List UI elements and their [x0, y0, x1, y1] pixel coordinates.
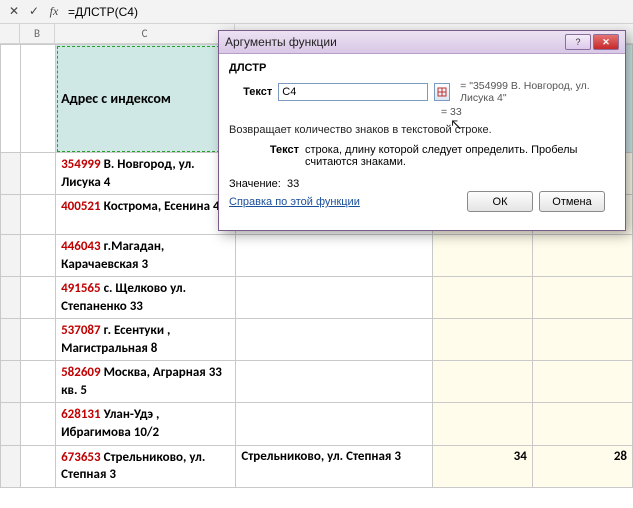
cell-address[interactable]: 673653 Стрельниково, ул. Степная 3 — [56, 445, 236, 487]
table-row: 582609 Москва, Аграрная 33 кв. 5 — [1, 361, 633, 403]
param-description: строка, длину которой следует определить… — [305, 144, 615, 168]
cell[interactable]: 34 — [432, 445, 532, 487]
table-row: 491565 с. Щелково ул. Степаненко 33 — [1, 277, 633, 319]
function-arguments-dialog: Аргументы функции ? ✕ ДЛСТР Текст = "354… — [218, 30, 626, 231]
help-button[interactable]: ? — [565, 34, 591, 50]
result-value: Значение: 33 — [229, 178, 615, 190]
col-header-c[interactable]: C — [55, 24, 235, 43]
arg-result: = "354999 В. Новгород, ул. Лисука 4" — [460, 80, 615, 104]
param-name: Текст — [229, 144, 299, 168]
arg-label: Текст — [229, 86, 272, 98]
fx-icon[interactable]: fx — [44, 4, 64, 19]
cell-address[interactable]: 400521 Кострома, Есенина 4 — [56, 195, 236, 235]
function-name: ДЛСТР — [229, 62, 615, 74]
cell[interactable]: 28 — [532, 445, 632, 487]
ok-button[interactable]: ОК — [467, 191, 533, 212]
cell[interactable]: Стрельниково, ул. Степная 3 — [236, 445, 432, 487]
dialog-title: Аргументы функции — [225, 35, 337, 49]
arg-input[interactable] — [278, 83, 428, 101]
range-picker-button[interactable] — [434, 83, 450, 101]
cell-address[interactable]: 446043 г.Магадан, Карачаевская 3 — [56, 235, 236, 277]
table-row: 628131 Улан-Удэ , Ибрагимова 10/2 — [1, 403, 633, 445]
dialog-titlebar[interactable]: Аргументы функции ? ✕ — [219, 31, 625, 54]
table-row: 446043 г.Магадан, Карачаевская 3 — [1, 235, 633, 277]
cell-address[interactable]: 582609 Москва, Аграрная 33 кв. 5 — [56, 361, 236, 403]
cell-address[interactable]: 628131 Улан-Удэ , Ибрагимова 10/2 — [56, 403, 236, 445]
cell-address[interactable]: 354999 В. Новгород, ул. Лисука 4 — [56, 153, 236, 195]
result-preview: = 33 — [229, 106, 615, 118]
header-address-with-index[interactable]: Адрес с индексом — [56, 45, 236, 153]
help-link[interactable]: Справка по этой функции — [229, 196, 360, 208]
formula-input[interactable] — [64, 3, 629, 21]
grid-icon — [437, 87, 447, 97]
cell-address[interactable]: 537087 г. Есентуки , Магистральная 8 — [56, 319, 236, 361]
col-header-b[interactable]: B — [20, 24, 55, 43]
accept-icon[interactable]: ✓ — [24, 4, 44, 19]
table-row: 537087 г. Есентуки , Магистральная 8 — [1, 319, 633, 361]
close-button[interactable]: ✕ — [593, 34, 619, 50]
formula-bar: ✕ ✓ fx — [0, 0, 633, 24]
table-row: 673653 Стрельниково, ул. Степная 3 Стрел… — [1, 445, 633, 487]
function-description: Возвращает количество знаков в текстовой… — [229, 124, 615, 136]
cancel-icon[interactable]: ✕ — [4, 4, 24, 19]
cancel-button[interactable]: Отмена — [539, 191, 605, 212]
cell-address[interactable]: 491565 с. Щелково ул. Степаненко 33 — [56, 277, 236, 319]
